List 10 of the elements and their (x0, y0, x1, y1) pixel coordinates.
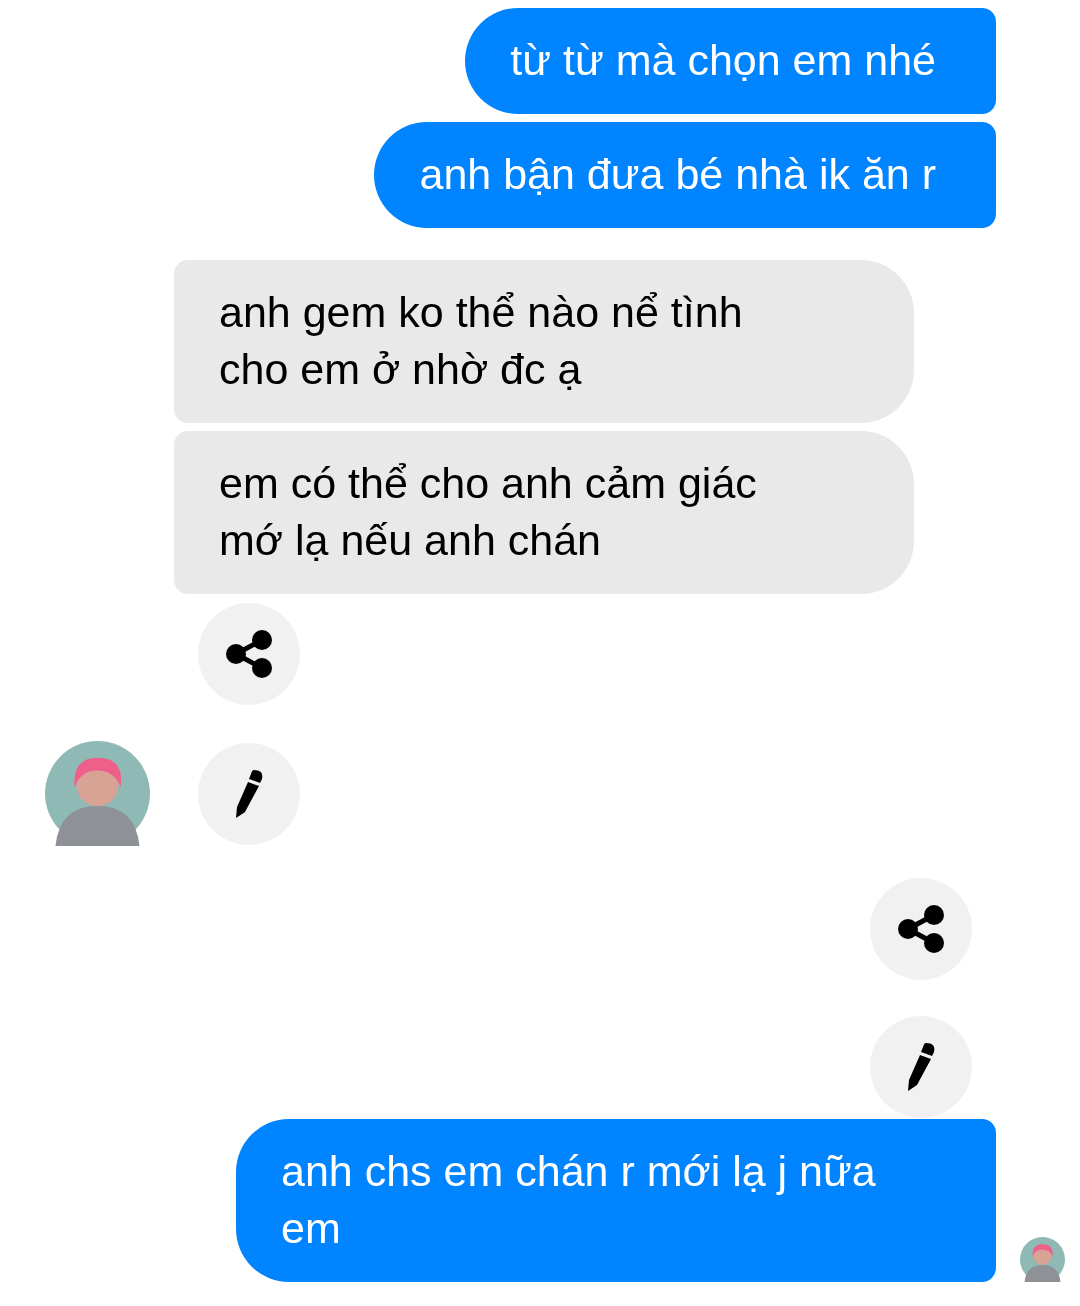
message-bubble: anh bận đưa bé nhà ik ăn r (374, 122, 996, 228)
avatar (1020, 1237, 1065, 1282)
pencil-icon (905, 1041, 937, 1093)
pencil-icon (233, 767, 265, 820)
message-bubble: anh gem ko thể nào nể tình cho em ở nhờ đc ạ (174, 260, 914, 423)
share-icon (225, 629, 273, 679)
message-bubble: em có thể cho anh cảm giác mớ lạ nếu anh chán (174, 431, 914, 594)
share-icon (897, 904, 945, 954)
message-bubble: từ từ mà chọn em nhé (465, 8, 996, 114)
message-bubble: anh chs em chán r mới lạ j nữa em (236, 1119, 996, 1282)
